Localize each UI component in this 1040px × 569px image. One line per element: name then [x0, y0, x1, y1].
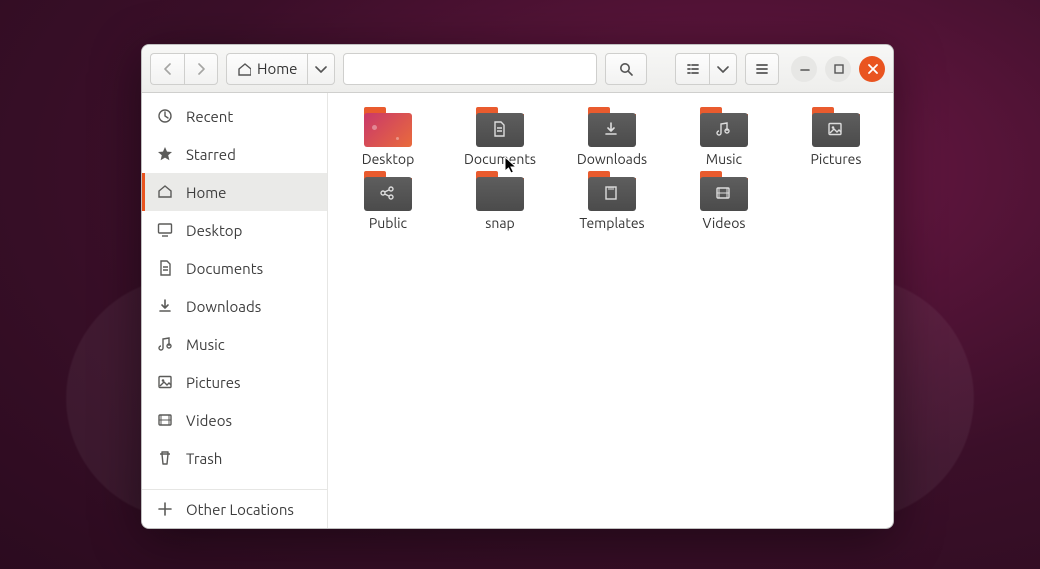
- headerbar: Home: [142, 45, 893, 93]
- folder-icon: [812, 107, 860, 147]
- nav-buttons: [150, 53, 218, 85]
- download-icon: [156, 298, 174, 314]
- view-controls: [675, 53, 737, 85]
- folder-icon: [364, 107, 412, 147]
- trash-icon: [156, 450, 174, 466]
- folder-icon: [588, 107, 636, 147]
- sidebar-item-label: Music: [186, 336, 225, 353]
- sidebar-item-trash[interactable]: Trash: [142, 439, 327, 477]
- file-manager-window: Home Recent Starred Home Desktop Documents Do…: [141, 44, 894, 529]
- folder-label: Public: [369, 215, 407, 231]
- close-button[interactable]: [859, 56, 885, 82]
- folder-label: Documents: [464, 151, 536, 167]
- view-dropdown-button[interactable]: [709, 53, 737, 85]
- sidebar-item-label: Desktop: [186, 222, 242, 239]
- sidebar-item-desktop[interactable]: Desktop: [142, 211, 327, 249]
- sidebar-item-downloads[interactable]: Downloads: [142, 287, 327, 325]
- folder-label: snap: [485, 215, 514, 231]
- clock-icon: [156, 108, 174, 124]
- path-dropdown-button[interactable]: [307, 53, 335, 85]
- sidebar-item-music[interactable]: Music: [142, 325, 327, 363]
- star-icon: [156, 146, 174, 162]
- sidebar-item-label: Home: [186, 184, 226, 201]
- folder-label: Desktop: [362, 151, 415, 167]
- sidebar-item-starred[interactable]: Starred: [142, 135, 327, 173]
- view-list-button[interactable]: [675, 53, 709, 85]
- sidebar-item-documents[interactable]: Documents: [142, 249, 327, 287]
- folder-label: Music: [706, 151, 742, 167]
- folder-downloads[interactable]: Downloads: [576, 107, 648, 167]
- folder-label: Downloads: [577, 151, 647, 167]
- folder-music[interactable]: Music: [688, 107, 760, 167]
- home-icon: [237, 62, 251, 76]
- address-bar[interactable]: [343, 53, 597, 85]
- folder-desktop[interactable]: Desktop: [352, 107, 424, 167]
- folder-label: Pictures: [811, 151, 862, 167]
- folder-icon: [476, 107, 524, 147]
- desktop-icon: [156, 222, 174, 238]
- folder-templates[interactable]: Templates: [576, 171, 648, 231]
- folder-icon: [364, 171, 412, 211]
- folder-snap[interactable]: snap: [464, 171, 536, 231]
- sidebar-item-videos[interactable]: Videos: [142, 401, 327, 439]
- sidebar-item-label: Documents: [186, 260, 263, 277]
- folder-documents[interactable]: Documents: [464, 107, 536, 167]
- path-bar: Home: [226, 53, 335, 85]
- sidebar-item-label: Videos: [186, 412, 232, 429]
- sidebar-item-label: Starred: [186, 146, 236, 163]
- doc-icon: [156, 260, 174, 276]
- forward-button[interactable]: [184, 53, 218, 85]
- plus-icon: [156, 501, 174, 517]
- window-controls: [791, 56, 885, 82]
- search-button[interactable]: [605, 53, 647, 85]
- folder-icon: [588, 171, 636, 211]
- folder-icon: [476, 171, 524, 211]
- folder-label: Templates: [579, 215, 644, 231]
- path-label: Home: [257, 60, 297, 77]
- sidebar-item-label: Trash: [186, 450, 222, 467]
- path-segment-home[interactable]: Home: [226, 53, 307, 85]
- sidebar-item-other-locations[interactable]: Other Locations: [142, 490, 327, 528]
- sidebar-item-pictures[interactable]: Pictures: [142, 363, 327, 401]
- sidebar-item-home[interactable]: Home: [142, 173, 327, 211]
- sidebar-item-label: Downloads: [186, 298, 261, 315]
- maximize-button[interactable]: [825, 56, 851, 82]
- back-button[interactable]: [150, 53, 184, 85]
- sidebar-item-recent[interactable]: Recent: [142, 97, 327, 135]
- sidebar-item-label: Pictures: [186, 374, 241, 391]
- minimize-button[interactable]: [791, 56, 817, 82]
- music-icon: [156, 336, 174, 352]
- folder-videos[interactable]: Videos: [688, 171, 760, 231]
- folder-icon: [700, 171, 748, 211]
- home-icon: [156, 184, 174, 200]
- content-area[interactable]: Desktop Documents Downloads Music Pictures Pu…: [328, 93, 893, 528]
- folder-label: Videos: [703, 215, 746, 231]
- sidebar-item-label: Recent: [186, 108, 233, 125]
- hamburger-menu-button[interactable]: [745, 53, 779, 85]
- sidebar-item-label: Other Locations: [186, 501, 294, 518]
- sidebar: Recent Starred Home Desktop Documents Downloa…: [142, 93, 328, 528]
- folder-icon: [700, 107, 748, 147]
- folder-public[interactable]: Public: [352, 171, 424, 231]
- video-icon: [156, 412, 174, 428]
- folder-pictures[interactable]: Pictures: [800, 107, 872, 167]
- picture-icon: [156, 374, 174, 390]
